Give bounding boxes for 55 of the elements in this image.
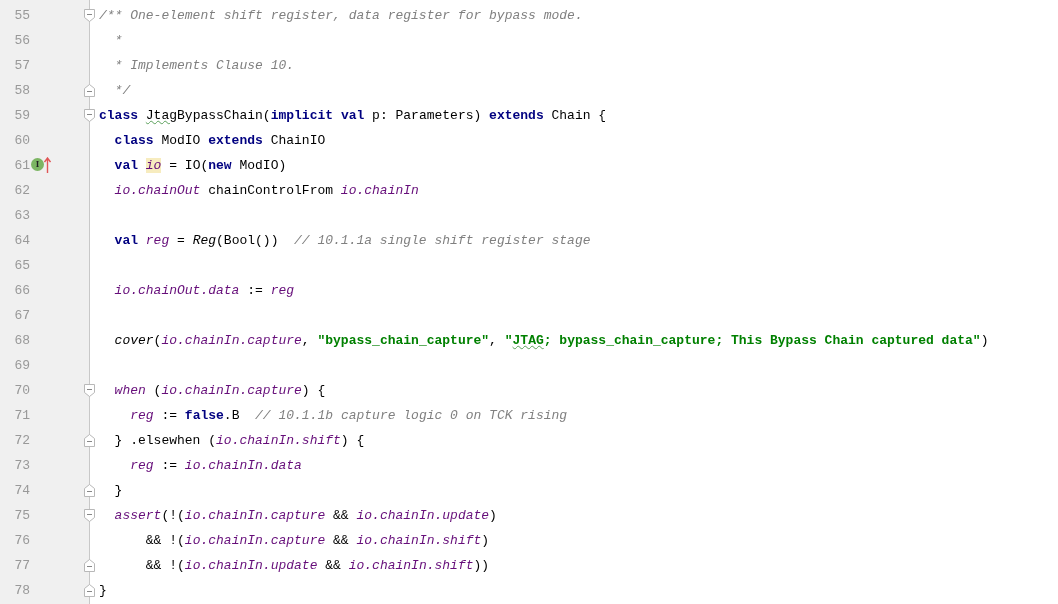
fold-icon[interactable]	[83, 583, 96, 598]
line-number: 62	[13, 181, 30, 200]
line-number: 64	[13, 231, 30, 250]
code-line: when (io.chainIn.capture) {	[113, 381, 326, 400]
line-number: 57	[13, 56, 30, 75]
code-line: && !(io.chainIn.update && io.chainIn.shift))	[144, 556, 490, 575]
line-number: 56	[13, 31, 30, 50]
code-line: *	[113, 31, 123, 50]
code-line: class JtagBypassChain(implicit val p: Parameters) extends Chain {	[98, 106, 607, 125]
code-line: } .elsewhen (io.chainIn.shift) {	[113, 431, 365, 450]
code-line: val reg = Reg(Bool()) // 10.1.1a single shift register stage	[113, 231, 591, 250]
line-number: 67	[13, 306, 30, 325]
line-number: 78	[13, 581, 30, 600]
fold-icon[interactable]	[83, 8, 96, 23]
code-line: */	[113, 81, 131, 100]
code-line: reg := false.B // 10.1.1b capture logic 0 on TCK rising	[129, 406, 568, 425]
line-number: 69	[13, 356, 30, 375]
line-number: 59	[13, 106, 30, 125]
fold-icon[interactable]	[83, 483, 96, 498]
code-line: * Implements Clause 10.	[113, 56, 295, 75]
fold-icon[interactable]	[83, 83, 96, 98]
line-number: 77	[13, 556, 30, 575]
code-line: /** One-element shift register, data register for bypass mode.	[98, 6, 583, 25]
code-line: }	[98, 581, 107, 600]
code-line: class ModIO extends ChainIO	[113, 131, 326, 150]
line-number: 66	[13, 281, 30, 300]
line-number: 68	[13, 331, 30, 350]
code-line: io.chainOut.data := reg	[113, 281, 295, 300]
fold-icon[interactable]	[83, 433, 96, 448]
fold-icon[interactable]	[83, 558, 96, 573]
line-number: 58	[13, 81, 30, 100]
fold-icon[interactable]	[83, 508, 96, 523]
line-number: 73	[13, 456, 30, 475]
code-line: && !(io.chainIn.capture && io.chainIn.shift)	[144, 531, 490, 550]
code-line: reg := io.chainIn.data	[129, 456, 302, 475]
fold-icon[interactable]	[83, 383, 96, 398]
code-line: }	[113, 481, 123, 500]
line-number: 76	[13, 531, 30, 550]
gutter-badge[interactable]: I	[31, 158, 44, 171]
up-arrow-icon[interactable]	[44, 157, 51, 173]
line-number: 63	[13, 206, 30, 225]
code-line: assert(!(io.chainIn.capture && io.chainIn.update)	[113, 506, 497, 525]
code-line: cover(io.chainIn.capture, "bypass_chain_capture", "JTAG; bypass_chain_capture; This Bypass Chain captured data")	[113, 331, 989, 350]
code-line: val io = IO(new ModIO)	[113, 156, 287, 175]
line-number: 71	[13, 406, 30, 425]
line-number: 60	[13, 131, 30, 150]
line-number: 74	[13, 481, 30, 500]
line-number: 75	[13, 506, 30, 525]
code-line: io.chainOut chainControlFrom io.chainIn	[113, 181, 419, 200]
line-number: 61	[13, 156, 30, 175]
line-number: 55	[13, 6, 30, 25]
line-number: 72	[13, 431, 30, 450]
line-number: 70	[13, 381, 30, 400]
fold-icon[interactable]	[83, 108, 96, 123]
line-number: 65	[13, 256, 30, 275]
